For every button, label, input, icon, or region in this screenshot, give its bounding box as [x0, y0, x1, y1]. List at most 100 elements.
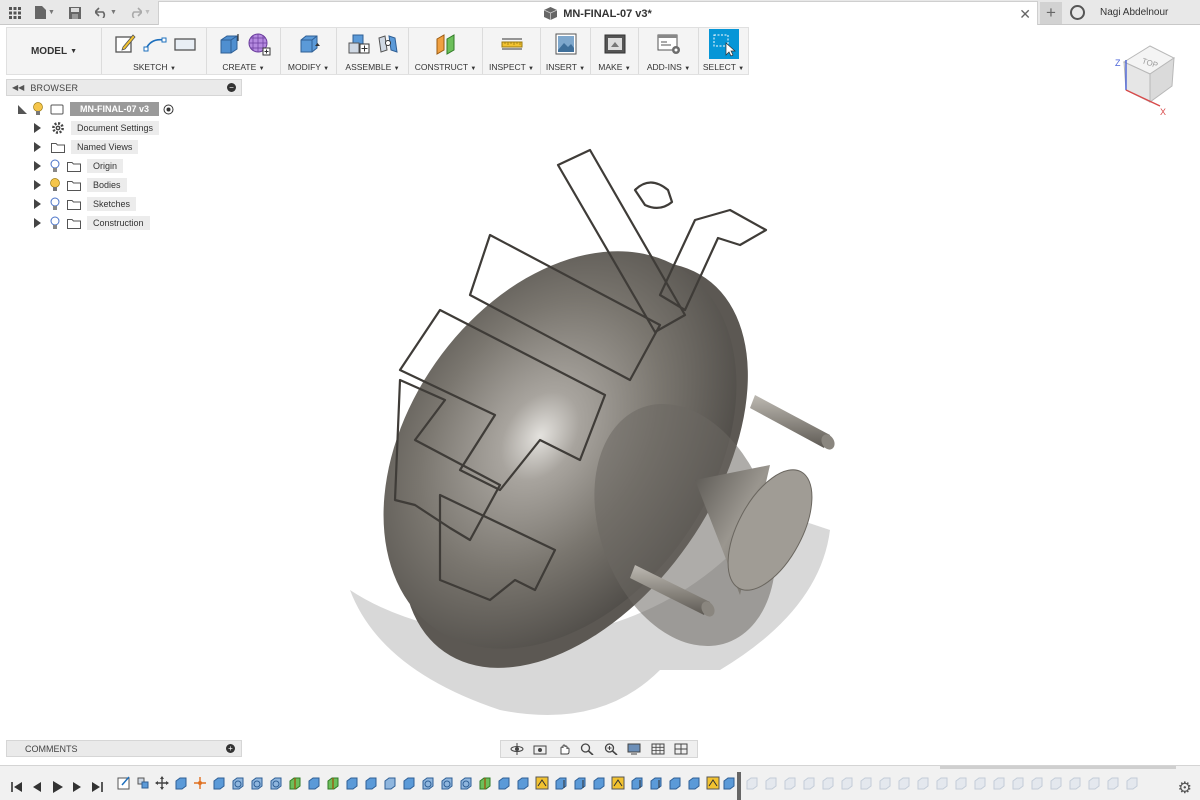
insert-group[interactable]: INSERT ▼	[541, 28, 591, 74]
tl-fillet-icon[interactable]	[402, 776, 416, 790]
tl-revolve-icon[interactable]	[440, 776, 454, 790]
visibility-bulb-icon[interactable]	[32, 102, 44, 116]
tl-extrude-icon[interactable]	[212, 776, 226, 790]
insert-image-icon[interactable]	[554, 32, 578, 56]
form-sphere-icon[interactable]	[247, 32, 271, 56]
collapse-left-icon[interactable]: ◀◀	[12, 83, 24, 92]
undo-icon[interactable]: ▼	[94, 4, 118, 21]
file-menu-icon[interactable]: ▼	[34, 4, 56, 21]
redo-icon[interactable]: ▼	[127, 4, 153, 21]
add-comment-icon[interactable]: +	[226, 744, 235, 753]
offset-plane-icon[interactable]	[434, 32, 458, 56]
step-back-icon[interactable]	[30, 780, 44, 794]
app-grid-icon[interactable]	[8, 4, 22, 21]
line-icon[interactable]	[143, 32, 167, 56]
tl-fillet-icon[interactable]	[687, 776, 701, 790]
go-to-start-icon[interactable]	[10, 780, 24, 794]
browser-root-row[interactable]: MN-FINAL-07 v3	[18, 101, 174, 117]
visibility-bulb-off-icon[interactable]	[49, 159, 61, 173]
visibility-bulb-icon[interactable]	[49, 178, 61, 192]
new-component-icon[interactable]	[346, 32, 370, 56]
measure-icon[interactable]	[500, 32, 524, 56]
timeline-settings-gear-icon[interactable]: ⚙	[1178, 778, 1192, 798]
inspect-group[interactable]: INSPECT ▼	[483, 28, 541, 74]
tl-split-icon[interactable]	[288, 776, 302, 790]
tl-fillet-icon[interactable]	[307, 776, 321, 790]
tl-fillet-icon[interactable]	[722, 776, 736, 790]
step-forward-icon[interactable]	[70, 780, 84, 794]
browser-item-construction[interactable]: Construction	[34, 215, 150, 231]
browser-item-sketches[interactable]: Sketches	[34, 196, 137, 212]
extrude-box-icon[interactable]	[217, 32, 241, 56]
close-tab-icon[interactable]: ✕	[1019, 6, 1031, 23]
workspace-switcher[interactable]: MODEL ▼	[7, 28, 102, 74]
grid-icon[interactable]	[651, 743, 665, 755]
browser-panel-header[interactable]: ◀◀ BROWSER −	[6, 79, 242, 96]
tl-press-pull-icon[interactable]	[649, 776, 663, 790]
assemble-group[interactable]: ASSEMBLE ▼	[337, 28, 409, 74]
tl-revolve-icon[interactable]	[250, 776, 264, 790]
activate-radio-icon[interactable]	[163, 104, 174, 115]
comments-panel-header[interactable]: COMMENTS +	[6, 740, 242, 757]
tl-fillet-icon[interactable]	[592, 776, 606, 790]
expand-triangle-icon[interactable]	[34, 199, 41, 209]
joint-icon[interactable]	[376, 32, 400, 56]
tl-extrude-icon[interactable]	[174, 776, 188, 790]
tl-move-icon[interactable]	[155, 776, 169, 790]
tl-sketch-icon[interactable]	[117, 776, 131, 790]
modify-group[interactable]: MODIFY ▼	[281, 28, 337, 74]
expand-triangle-icon[interactable]	[34, 218, 41, 228]
expand-triangle-icon[interactable]	[34, 180, 41, 190]
press-pull-icon[interactable]	[297, 32, 321, 56]
go-to-end-icon[interactable]	[90, 780, 104, 794]
tl-emboss-icon[interactable]	[706, 776, 720, 790]
tl-shell-icon[interactable]	[383, 776, 397, 790]
document-tab[interactable]: MN-FINAL-07 v3* ✕	[158, 1, 1038, 25]
viewports-icon[interactable]	[674, 743, 688, 755]
expand-triangle-icon[interactable]	[34, 142, 41, 152]
browser-item-bodies[interactable]: Bodies	[34, 177, 127, 193]
tl-fillet-icon[interactable]	[516, 776, 530, 790]
timeline-rolled-back-features[interactable]	[745, 776, 1140, 790]
tl-revolve-icon[interactable]	[421, 776, 435, 790]
new-tab-button[interactable]: +	[1040, 2, 1062, 24]
tl-fillet-icon[interactable]	[668, 776, 682, 790]
orbit-icon[interactable]	[510, 743, 524, 755]
select-group[interactable]: SELECT ▼	[699, 28, 748, 74]
tl-fillet-icon[interactable]	[345, 776, 359, 790]
3d-print-icon[interactable]	[603, 32, 627, 56]
timeline-scrollbar[interactable]	[940, 766, 1176, 769]
tl-component-icon[interactable]	[136, 776, 150, 790]
sketch-group[interactable]: SKETCH ▼	[103, 28, 207, 74]
tl-split-icon[interactable]	[326, 776, 340, 790]
zoom-icon[interactable]	[580, 743, 594, 755]
rectangle-icon[interactable]	[173, 32, 197, 56]
tl-press-pull-icon[interactable]	[630, 776, 644, 790]
browser-item-origin[interactable]: Origin	[34, 158, 124, 174]
expand-triangle-icon[interactable]	[34, 123, 41, 133]
create-group[interactable]: CREATE ▼	[207, 28, 281, 74]
tl-split-icon[interactable]	[478, 776, 492, 790]
select-window-icon[interactable]	[708, 29, 739, 59]
collapse-triangle-icon[interactable]	[18, 104, 27, 114]
tl-press-pull-icon[interactable]	[554, 776, 568, 790]
sketch-edit-icon[interactable]	[113, 32, 137, 56]
tl-fillet-icon[interactable]	[364, 776, 378, 790]
3d-model-viewport[interactable]	[300, 110, 860, 750]
look-at-icon[interactable]	[533, 743, 547, 755]
make-group[interactable]: MAKE ▼	[591, 28, 639, 74]
timeline-marker[interactable]	[737, 772, 741, 800]
visibility-bulb-off-icon[interactable]	[49, 216, 61, 230]
tl-revolve-icon[interactable]	[269, 776, 283, 790]
minimize-icon[interactable]: −	[227, 83, 236, 92]
scripts-icon[interactable]	[657, 32, 681, 56]
tl-emboss-icon[interactable]	[611, 776, 625, 790]
add-ins-group[interactable]: ADD-INS ▼	[639, 28, 699, 74]
construct-group[interactable]: CONSTRUCT ▼	[409, 28, 483, 74]
pan-icon[interactable]	[557, 743, 571, 755]
view-cube[interactable]: TOP Z X	[1110, 40, 1180, 120]
display-settings-icon[interactable]	[627, 743, 641, 755]
tl-press-pull-icon[interactable]	[573, 776, 587, 790]
browser-item-named-views[interactable]: Named Views	[34, 139, 139, 155]
user-name[interactable]: Nagi Abdelnour	[1100, 7, 1168, 18]
